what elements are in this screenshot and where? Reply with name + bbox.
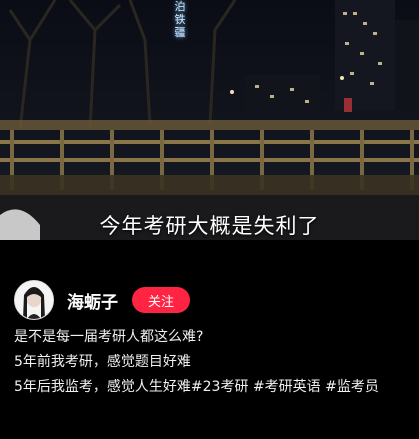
caption-line: 是不是每一届考研人都这么难? [14, 329, 204, 345]
follow-button[interactable]: 关注 [132, 287, 190, 313]
video-player[interactable]: 泊铁疆 今年考研大概是失利了 [0, 0, 419, 240]
caption-text: 5年后我监考，感觉人生好难 [14, 379, 191, 395]
building-sign: 泊铁疆 [174, 0, 186, 39]
author-bar: 海蛎子 关注 [14, 280, 190, 320]
post-caption: 是不是每一届考研人都这么难? 5年前我考研，感觉题目好难 5年后我监考，感觉人生… [14, 326, 406, 401]
avatar-image [15, 281, 53, 319]
video-frame [0, 0, 419, 240]
video-subtitle: 今年考研大概是失利了 [99, 214, 320, 238]
hashtag[interactable]: #考研英语 [253, 379, 321, 395]
author-name[interactable]: 海蛎子 [67, 288, 118, 313]
avatar[interactable] [14, 280, 54, 320]
hashtag[interactable]: #23考研 [191, 379, 249, 395]
hashtag[interactable]: #监考员 [325, 379, 379, 395]
caption-line: 5年前我考研，感觉题目好难 [14, 354, 191, 370]
caption-line: 5年后我监考，感觉人生好难#23考研 #考研英语 #监考员 [14, 376, 406, 398]
